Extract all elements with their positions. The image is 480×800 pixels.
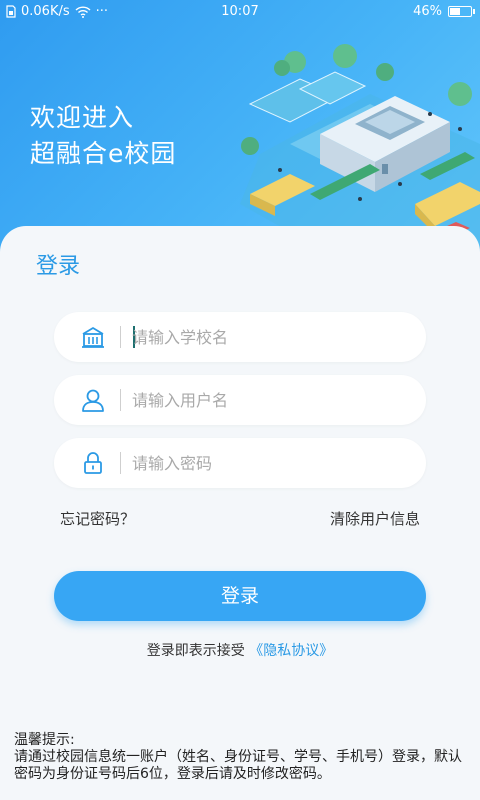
agreement-prefix: 登录即表示接受: [146, 643, 245, 659]
tips-body: 请通过校园信息统一账户（姓名、身份证号、学号、手机号）登录，默认密码为身份证号码…: [14, 749, 462, 782]
battery-level: [450, 8, 461, 15]
school-input[interactable]: [132, 312, 412, 362]
clear-user-info-link[interactable]: 清除用户信息: [330, 508, 420, 529]
battery-icon: [448, 6, 475, 17]
header-banner: 0.06K/s ··· 10:07 46% 欢迎进入 超融合e校园: [0, 0, 480, 260]
field-divider: [120, 326, 121, 348]
clock: 10:07: [221, 4, 259, 19]
login-card: 登录 忘记密码？ 清除用户信息 登录 登录: [0, 226, 480, 800]
field-divider: [120, 452, 121, 474]
status-bar: 0.06K/s ··· 10:07 46%: [0, 0, 480, 24]
battery-percent: 46%: [413, 4, 442, 19]
username-input[interactable]: [132, 375, 412, 425]
school-icon: [82, 327, 104, 348]
tips-section: 温馨提示: 请通过校园信息统一账户（姓名、身份证号、学号、手机号）登录，默认密码…: [14, 732, 468, 783]
field-divider: [120, 389, 121, 411]
privacy-policy-link[interactable]: 《隐私协议》: [249, 643, 333, 659]
user-icon: [82, 389, 104, 412]
school-field[interactable]: [54, 312, 426, 362]
welcome-line-1: 欢迎进入: [30, 103, 135, 132]
agreement-text: 登录即表示接受 《隐私协议》: [0, 640, 480, 660]
forgot-password-link[interactable]: 忘记密码？: [60, 508, 135, 529]
username-field[interactable]: [54, 375, 426, 425]
login-button[interactable]: 登录: [54, 571, 426, 621]
lock-icon: [84, 452, 102, 474]
tips-title: 温馨提示:: [14, 732, 75, 748]
password-field[interactable]: [54, 438, 426, 488]
login-title: 登录: [36, 254, 81, 279]
welcome-text: 欢迎进入 超融合e校园: [30, 100, 176, 172]
password-input[interactable]: [132, 438, 412, 488]
welcome-line-2: 超融合e校园: [30, 139, 177, 168]
